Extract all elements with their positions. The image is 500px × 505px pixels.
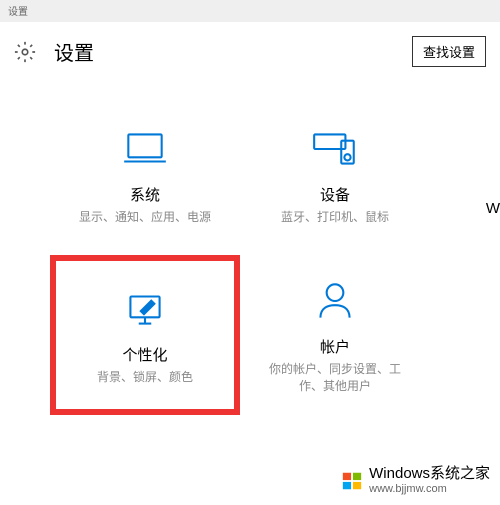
tile-accounts[interactable]: 帐户 你的帐户、同步设置、工作、其他用户: [240, 255, 430, 415]
windows-logo-icon: [341, 470, 363, 492]
page-title: 设置: [54, 37, 412, 66]
personalization-icon: [120, 284, 170, 334]
tile-title: 帐户: [320, 336, 350, 357]
tile-title: 系统: [130, 184, 160, 205]
settings-grid: 系统 显示、通知、应用、电源 设备 蓝牙、打印机、鼠标 个性化 背景、锁屏、颜色: [0, 95, 500, 415]
titlebar-text: 设置: [8, 7, 28, 18]
settings-header: 设置 查找设置: [0, 22, 500, 95]
tile-desc: 显示、通知、应用、电源: [79, 209, 211, 226]
partial-tile-right: W: [486, 200, 500, 217]
person-icon: [310, 276, 360, 326]
devices-icon: [310, 124, 360, 174]
tile-title: 设备: [320, 184, 350, 205]
watermark-brand: Windows系统之家: [369, 466, 490, 483]
watermark-url: www.bjjmw.com: [369, 483, 490, 495]
tile-desc: 背景、锁屏、颜色: [97, 369, 193, 386]
find-setting-button[interactable]: 查找设置: [412, 36, 486, 67]
watermark: Windows系统之家 www.bjjmw.com: [341, 466, 490, 495]
tile-devices[interactable]: 设备 蓝牙、打印机、鼠标: [240, 95, 430, 255]
tile-personalization[interactable]: 个性化 背景、锁屏、颜色: [50, 255, 240, 415]
window-titlebar: 设置: [0, 0, 500, 22]
gear-icon: [14, 41, 36, 63]
laptop-icon: [120, 124, 170, 174]
tile-title: 个性化: [122, 344, 167, 365]
tile-system[interactable]: 系统 显示、通知、应用、电源: [50, 95, 240, 255]
tile-desc: 你的帐户、同步设置、工作、其他用户: [260, 361, 410, 395]
tile-desc: 蓝牙、打印机、鼠标: [281, 209, 389, 226]
